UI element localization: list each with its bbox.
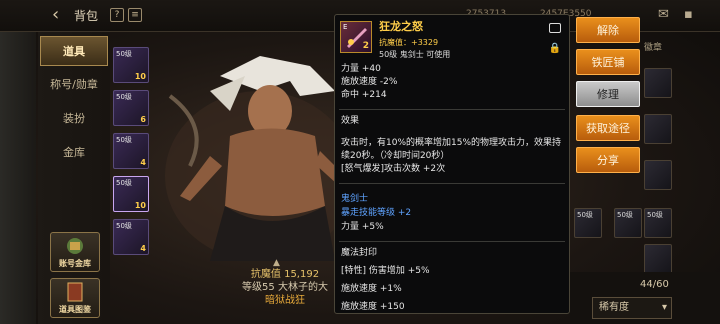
mail-icon[interactable]: ✉ xyxy=(658,7,669,22)
item-name: 狂龙之怒 xyxy=(379,20,423,33)
tab-items[interactable]: 道具 xyxy=(40,36,108,66)
tab-vault[interactable]: 金库 xyxy=(40,138,108,168)
item-guide-button[interactable]: 道具图鉴 xyxy=(50,278,100,318)
item-icon: E 2 xyxy=(340,21,372,53)
inventory-cell[interactable] xyxy=(644,68,672,98)
left-strip xyxy=(0,32,36,324)
share-icon[interactable] xyxy=(549,23,561,33)
seal-line: [特性] 伤害增加 +5% xyxy=(341,266,430,276)
tab-titles[interactable]: 称号/勋章 xyxy=(40,70,108,100)
effect-title: 效果 xyxy=(341,116,360,126)
stat-line: 力量 +40 xyxy=(341,64,381,74)
inventory-cell[interactable] xyxy=(644,160,672,190)
stat-line: 命中 +214 xyxy=(341,90,387,100)
class-title: 鬼剑士 xyxy=(341,194,369,204)
item-requirement: 50级 鬼剑士 可使用 xyxy=(379,50,451,59)
page-title: 背包 xyxy=(74,9,99,23)
inventory-cell[interactable] xyxy=(644,244,672,274)
inventory-cell[interactable]: 50级 xyxy=(574,208,602,238)
effect-line: 攻击时，有10%的概率增加15%的物理攻击力，效果持 xyxy=(341,138,562,148)
quest-icon[interactable]: ≡ xyxy=(128,8,142,22)
inventory-cell[interactable]: 50级 xyxy=(614,208,642,238)
item-slot[interactable]: 50级 10 xyxy=(113,47,149,83)
chevron-down-icon: ▾ xyxy=(661,302,667,313)
right-header: 徽章 xyxy=(644,43,663,53)
item-slot[interactable]: 50级 6 xyxy=(113,90,149,126)
class-line: 暴走技能等级 +2 xyxy=(341,208,412,218)
class-line: 力量 +5% xyxy=(341,222,384,232)
effect-line: [怒气爆发]攻击次数 +2次 xyxy=(341,164,446,174)
inventory-screen: ‹ 背包 ? ≡ 2753713 2457E3550 ✉ ▪ 道具 称号/勋章 … xyxy=(0,0,720,324)
item-slot[interactable]: 50级 4 xyxy=(113,133,149,169)
character-stats: 抗魔值 15,192 等级55 大林子的大 暗狱战狂 xyxy=(220,268,350,307)
share-button[interactable]: 分享 xyxy=(576,147,640,173)
back-icon[interactable]: ‹ xyxy=(52,5,59,25)
lock-icon[interactable]: 🔒 xyxy=(549,43,561,54)
item-slot[interactable]: 50级 4 xyxy=(113,219,149,255)
item-guide-label: 道具图鉴 xyxy=(59,305,91,314)
account-vault-label: 账号金库 xyxy=(59,259,91,268)
sort-dropdown[interactable]: 稀有度 ▾ xyxy=(592,297,672,319)
divider xyxy=(339,109,565,110)
help-icon[interactable]: ? xyxy=(110,8,124,22)
inventory-cell[interactable]: 50级 xyxy=(644,208,672,238)
divider xyxy=(339,183,565,184)
page-counter: 44/60 xyxy=(640,279,669,290)
stat-line: 施放速度 -2% xyxy=(341,77,398,87)
character-resist: 抗魔值 15,192 xyxy=(250,269,320,280)
item-tooltip: E 2 狂龙之怒 抗魔值：+3329 50级 鬼剑士 可使用 🔒 力量 +40 … xyxy=(334,14,570,314)
unequip-button[interactable]: 解除 xyxy=(576,17,640,43)
item-slot-selected[interactable]: 50级 10 xyxy=(113,176,149,212)
divider xyxy=(339,241,565,242)
seal-line: 施放速度 +1% xyxy=(341,284,402,294)
character-level: 等级55 大林子的大 xyxy=(242,282,328,293)
tab-avatar[interactable]: 装扮 xyxy=(40,104,108,134)
book-icon xyxy=(67,282,83,302)
character-class: 暗狱战狂 xyxy=(265,295,305,306)
item-resist: 抗魔值：+3329 xyxy=(379,38,439,47)
expand-caret-icon[interactable]: ▲ xyxy=(273,258,280,268)
menu-icon[interactable]: ▪ xyxy=(684,7,693,22)
blacksmith-button[interactable]: 铁匠铺 xyxy=(576,49,640,75)
effect-line: 续20秒。（冷却时间20秒） xyxy=(341,151,450,161)
repair-button[interactable]: 修理 xyxy=(576,81,640,107)
account-vault-button[interactable]: 账号金库 xyxy=(50,232,100,272)
sort-label: 稀有度 xyxy=(599,302,629,313)
inventory-cell[interactable] xyxy=(644,114,672,144)
item-quantity: 2 xyxy=(362,41,369,51)
rarity-badge: E xyxy=(343,23,348,31)
seal-line: 施放速度 +150 xyxy=(341,302,405,312)
obtain-route-button[interactable]: 获取途径 xyxy=(576,115,640,141)
vault-icon xyxy=(67,238,83,254)
seal-title: 魔法封印 xyxy=(341,248,378,258)
